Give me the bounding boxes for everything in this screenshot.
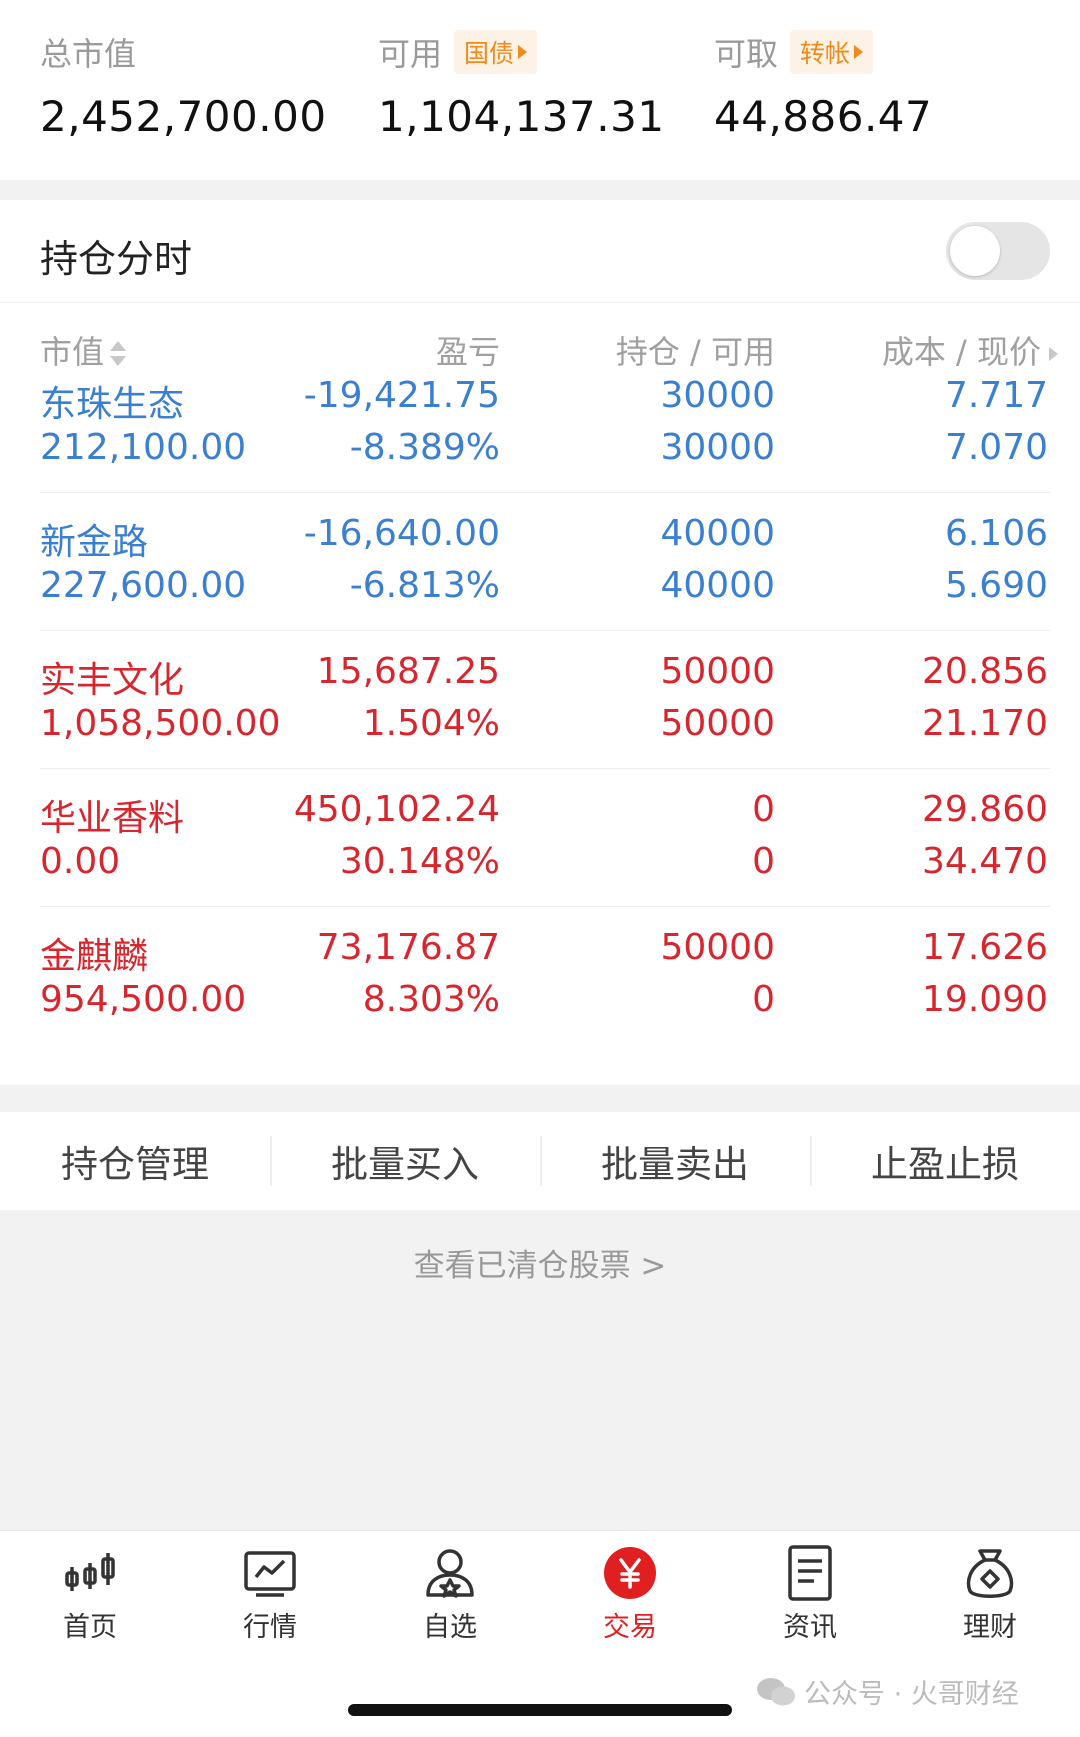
user-star-icon: [426, 1549, 474, 1598]
market-value: 227,600.00: [40, 565, 247, 606]
total-label: 总市值: [40, 35, 137, 73]
pnl-percent: -6.813%: [349, 565, 500, 606]
stock-name: 实丰文化: [40, 660, 185, 701]
nav-watchlist[interactable]: 自选: [390, 1545, 510, 1644]
withdrawable-label: 可取: [714, 35, 779, 73]
pnl-amount: -19,421.75: [303, 375, 500, 416]
wechat-icon: [757, 1677, 795, 1705]
withdrawable-value: 44,886.47: [714, 92, 933, 141]
current-price: 34.470: [922, 841, 1048, 882]
account-summary: 总市值 2,452,700.00 可用 国债 1,104,137.31 可取 转…: [0, 0, 1080, 180]
available-qty: 0: [752, 979, 775, 1020]
pnl-percent: 8.303%: [362, 979, 500, 1020]
position-management-button[interactable]: 持仓管理: [0, 1112, 270, 1210]
cost-price: 7.717: [944, 375, 1048, 416]
position-qty: 50000: [660, 651, 775, 692]
candlestick-icon: [65, 1553, 115, 1591]
view-cleared-stocks-link[interactable]: 查看已清仓股票 >: [0, 1240, 1080, 1285]
position-intraday-title: 持仓分时: [40, 237, 193, 281]
market-value: 0.00: [40, 841, 121, 882]
batch-sell-button[interactable]: 批量卖出: [540, 1112, 810, 1210]
table-row[interactable]: 华业香料 0.00 450,102.24 30.148% 0 0 29.860 34.470: [0, 769, 1080, 907]
pnl-percent: 1.504%: [362, 703, 500, 744]
nav-home[interactable]: 首页: [30, 1545, 150, 1644]
yuan-icon: [604, 1547, 656, 1599]
chart-icon: [244, 1551, 296, 1597]
pnl-amount: -16,640.00: [303, 513, 500, 554]
pnl-percent: 30.148%: [339, 841, 500, 882]
money-bag-icon: [966, 1549, 1014, 1598]
available-label: 可用: [378, 35, 443, 73]
current-price: 7.070: [944, 427, 1048, 468]
available-value: 1,104,137.31: [378, 92, 665, 141]
cost-price: 29.860: [922, 789, 1048, 830]
action-bar: 持仓管理 批量买入 批量卖出 止盈止损: [0, 1112, 1080, 1210]
arrow-right-icon: [854, 45, 864, 59]
pnl-amount: 450,102.24: [293, 789, 500, 830]
current-price: 5.690: [944, 565, 1048, 606]
cost-price: 20.856: [922, 651, 1048, 692]
toggle-knob[interactable]: [950, 226, 1000, 276]
stop-profit-loss-button[interactable]: 止盈止损: [810, 1112, 1080, 1210]
nav-news[interactable]: 资讯: [750, 1545, 870, 1644]
available-qty: 50000: [660, 703, 775, 744]
nav-wealth[interactable]: 理财: [930, 1545, 1050, 1644]
position-qty: 30000: [660, 375, 775, 416]
available-funds: 可用 国债 1,104,137.31: [378, 28, 665, 141]
holdings-table: 市值 盈亏 持仓 / 可用 成本 / 现价 东珠生态 212,100.00 -19,…: [0, 303, 1080, 1085]
pnl-percent: -8.389%: [349, 427, 500, 468]
pnl-amount: 15,687.25: [316, 651, 500, 692]
cost-price: 17.626: [922, 927, 1048, 968]
nav-trade[interactable]: 交易: [570, 1545, 690, 1644]
stock-name: 华业香料: [40, 798, 185, 839]
position-intraday-section: 持仓分时: [0, 200, 1080, 303]
position-qty: 40000: [660, 513, 775, 554]
table-row[interactable]: 新金路 227,600.00 -16,640.00 -6.813% 40000 40000…: [0, 493, 1080, 631]
watermark: 公众号 · 火哥财经: [756, 1672, 1019, 1711]
current-price: 19.090: [922, 979, 1048, 1020]
position-qty: 0: [752, 789, 775, 830]
arrow-right-icon: [518, 45, 528, 59]
market-value: 212,100.00: [40, 427, 247, 468]
stock-name: 金麒麟: [40, 936, 149, 977]
current-price: 21.170: [922, 703, 1048, 744]
stock-name: 新金路: [40, 522, 149, 563]
batch-buy-button[interactable]: 批量买入: [270, 1112, 540, 1210]
pnl-amount: 73,176.87: [316, 927, 500, 968]
position-qty: 50000: [660, 927, 775, 968]
table-row[interactable]: 东珠生态 212,100.00 -19,421.75 -8.389% 30000 3000…: [0, 355, 1080, 493]
nav-market[interactable]: 行情: [210, 1545, 330, 1644]
table-row[interactable]: 金麒麟 954,500.00 73,176.87 8.303% 50000 0 17.626…: [0, 907, 1080, 1045]
transfer-button[interactable]: 转帐: [790, 30, 874, 74]
withdrawable-funds: 可取 转帐 44,886.47: [714, 28, 932, 141]
available-qty: 0: [752, 841, 775, 882]
market-value: 1,058,500.00: [40, 703, 281, 744]
market-value: 954,500.00: [40, 979, 247, 1020]
document-icon: [788, 1545, 832, 1601]
available-qty: 40000: [660, 565, 775, 606]
total-value: 2,452,700.00: [40, 92, 327, 141]
treasury-bond-button[interactable]: 国债: [454, 30, 538, 74]
home-indicator[interactable]: [348, 1704, 732, 1716]
table-row[interactable]: 实丰文化 1,058,500.00 15,687.25 1.504% 50000 5000…: [0, 631, 1080, 769]
cost-price: 6.106: [944, 513, 1048, 554]
available-qty: 30000: [660, 427, 775, 468]
total-market-value: 总市值 2,452,700.00: [40, 28, 327, 141]
stock-name: 东珠生态: [40, 384, 185, 425]
